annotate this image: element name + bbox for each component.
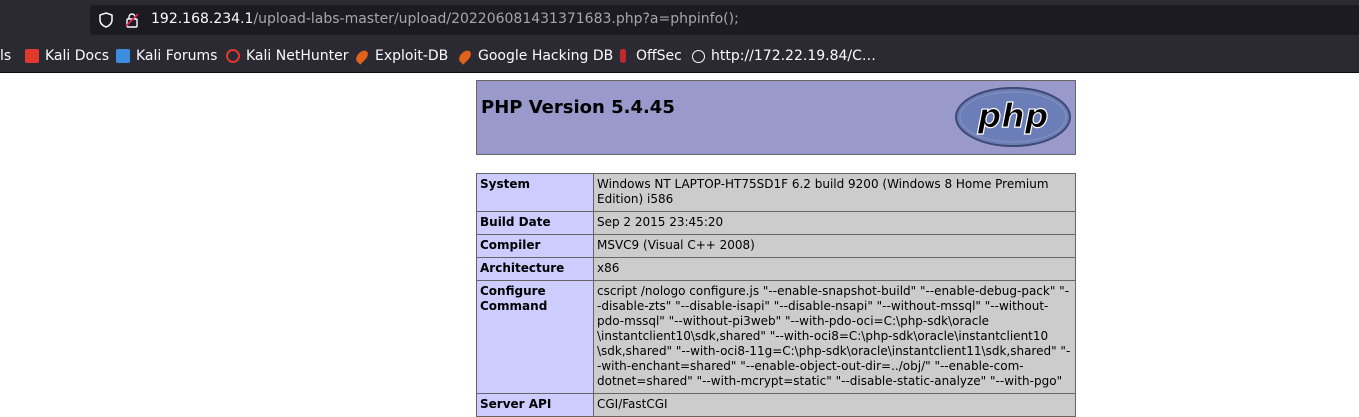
bookmark-label: Exploit-DB — [375, 48, 449, 64]
bookmark-label: OffSec — [636, 48, 682, 64]
bookmark-kali-docs[interactable]: Kali Docs — [25, 47, 109, 65]
globe-icon — [692, 49, 705, 63]
row-value: MSVC9 (Visual C++ 2008) — [593, 234, 1076, 258]
bookmark-label: Google Hacking DB — [478, 48, 614, 64]
row-value: Windows NT LAPTOP-HT75SD1F 6.2 build 920… — [593, 173, 1076, 212]
bookmark-google-hacking-db[interactable]: Google Hacking DB — [456, 47, 614, 65]
bookmark-kali-nethunter[interactable]: Kali NetHunter — [226, 47, 348, 65]
url-bar-row: 192.168.234.1/upload-labs-master/upload/… — [0, 0, 1359, 40]
bookmark-label: Kali Docs — [45, 48, 110, 64]
exploit-db-icon — [456, 47, 474, 65]
row-value: x86 — [593, 257, 1076, 281]
table-row: Server API CGI/FastCGI — [476, 393, 1076, 417]
bookmark-label: ls — [0, 48, 12, 64]
table-row: Configure Command cscript /nologo config… — [476, 280, 1076, 394]
url-path: /upload-labs-master/upload/2022060814313… — [253, 11, 739, 27]
table-row: System Windows NT LAPTOP-HT75SD1F 6.2 bu… — [476, 173, 1076, 212]
table-row: Architecture x86 — [476, 257, 1076, 281]
shield-icon[interactable] — [98, 12, 114, 32]
row-value: CGI/FastCGI — [593, 393, 1076, 417]
bookmark-exploit-db[interactable]: Exploit-DB — [353, 47, 449, 65]
bookmark-offsec[interactable]: OffSec — [616, 47, 682, 65]
php-logo-text: php — [977, 96, 1049, 135]
bookmarks-toolbar: ls Kali Docs Kali Forums Kali NetHunter … — [0, 40, 1359, 73]
php-version-title: PHP Version 5.4.45 — [481, 97, 675, 118]
bookmark-kali-forums[interactable]: Kali Forums — [116, 47, 217, 65]
url-text[interactable]: 192.168.234.1/upload-labs-master/upload/… — [151, 11, 739, 27]
bookmark-label: http://172.22.19.84/C… — [711, 48, 876, 64]
table-row: Compiler MSVC9 (Visual C++ 2008) — [476, 234, 1076, 258]
kali-forums-icon — [116, 49, 130, 63]
phpinfo-header: PHP Version 5.4.45 php — [476, 80, 1076, 155]
table-row: Build Date Sep 2 2015 23:45:20 — [476, 211, 1076, 235]
row-key: System — [476, 173, 594, 212]
offsec-icon — [620, 49, 626, 63]
phpinfo-table: System Windows NT LAPTOP-HT75SD1F 6.2 bu… — [476, 173, 1076, 417]
exploit-db-icon — [353, 47, 371, 65]
insecure-lock-icon[interactable] — [124, 12, 140, 32]
row-value: cscript /nologo configure.js "--enable-s… — [593, 280, 1076, 394]
row-key: Build Date — [476, 211, 594, 235]
url-host: 192.168.234.1 — [151, 11, 254, 27]
bookmark-url[interactable]: http://172.22.19.84/C… — [692, 47, 876, 65]
page-content: PHP Version 5.4.45 php System Windows NT… — [0, 73, 1359, 417]
row-key: Configure Command — [476, 280, 594, 394]
php-logo[interactable]: php — [954, 86, 1072, 152]
row-key: Compiler — [476, 234, 594, 258]
address-bar[interactable]: 192.168.234.1/upload-labs-master/upload/… — [90, 5, 1359, 35]
row-key: Server API — [476, 393, 594, 417]
row-key: Architecture — [476, 257, 594, 281]
row-value: Sep 2 2015 23:45:20 — [593, 211, 1076, 235]
kali-docs-icon — [25, 49, 39, 63]
bookmark-label: Kali NetHunter — [246, 48, 349, 64]
bookmark-partial[interactable]: ls — [0, 47, 11, 65]
kali-nethunter-icon — [226, 49, 240, 63]
bookmark-label: Kali Forums — [136, 48, 218, 64]
